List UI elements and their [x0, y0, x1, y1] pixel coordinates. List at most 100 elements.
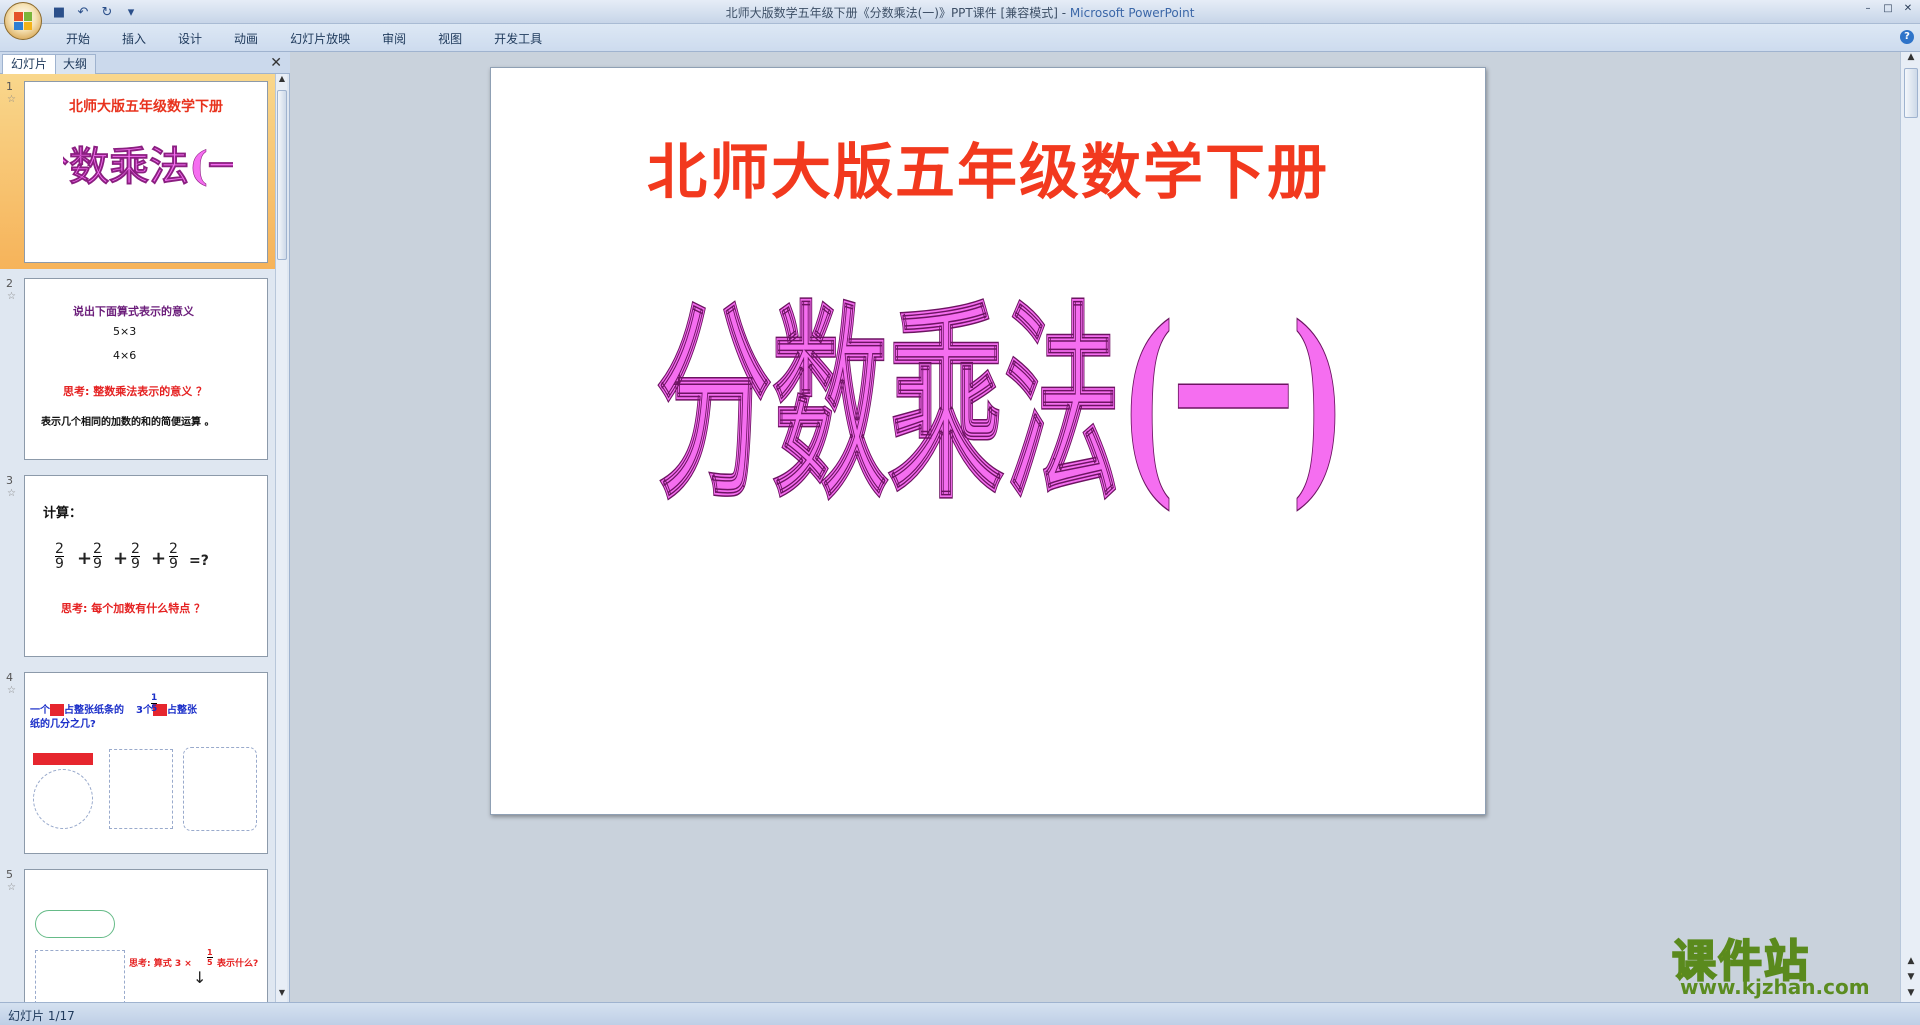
slide-number: 5	[6, 868, 13, 881]
animation-star-icon: ☆	[7, 291, 16, 302]
fraction-denominator: 9	[55, 556, 64, 572]
thumb3-fraction-4: 29	[169, 542, 178, 572]
slide-thumb-row-2[interactable]: 2 ☆ 说出下面算式表示的意义 5×3 4×6 思考: 整数乘法表示的意义 ？ …	[0, 271, 276, 466]
calc-illustration	[109, 749, 173, 829]
character-illustration	[33, 769, 93, 829]
office-logo-icon	[14, 12, 32, 30]
speech-bubble-illustration	[35, 910, 115, 938]
title-bar: ■ ↶ ↻ ▾ 北师大版数学五年级下册《分数乘法(一)》PPT课件 [兼容模式]…	[0, 0, 1920, 24]
tab-outline[interactable]: 大纲	[54, 54, 97, 74]
tab-home[interactable]: 开始	[50, 30, 106, 48]
status-bar: 幻灯片 1/17	[0, 1002, 1920, 1025]
animation-star-icon: ☆	[7, 685, 16, 696]
thumb3-heading: 计算：	[43, 506, 83, 521]
scroll-down-icon[interactable]: ▼	[1904, 988, 1918, 1002]
help-icon[interactable]: ?	[1900, 30, 1914, 44]
fraction-denominator: 5	[207, 958, 213, 967]
watermark-logo: 课件站 www.kjzhan.com	[1671, 925, 1902, 999]
thumb4-question: 一个 占整张纸条的 3个 占整张	[30, 701, 197, 716]
plus-sign: +	[77, 548, 93, 569]
tab-review[interactable]: 审阅	[366, 30, 422, 48]
tab-developer[interactable]: 开发工具	[478, 30, 558, 48]
thumb1-art-text: 分数乘法(一)	[63, 143, 233, 190]
prev-slide-icon[interactable]: ▲	[1904, 956, 1918, 970]
slide-thumbnail-1[interactable]: 北师大版五年级数学下册 分数乘法(一)	[24, 81, 268, 263]
tab-slideshow[interactable]: 幻灯片放映	[274, 30, 366, 48]
thumb4-q4: 占整张	[166, 705, 197, 716]
scroll-thumb[interactable]	[277, 90, 287, 260]
window-controls: – □ ✕	[1860, 2, 1916, 16]
slides-pane: 幻灯片 大纲 ✕ 1 ☆ 北师大版五年级数学下册 分数乘法(一) 2 ☆ 说出下…	[0, 52, 290, 1002]
fraction-numerator: 2	[169, 541, 178, 557]
slide-thumb-row-3[interactable]: 3 ☆ 计算： 29 + 29 + 29 + 29 =? 思考: 每个加数有什么…	[0, 468, 276, 663]
fraction-denominator: 5	[151, 704, 158, 714]
plus-sign: +	[113, 548, 129, 569]
window-title: 北师大版数学五年级下册《分数乘法(一)》PPT课件 [兼容模式] - Micro…	[0, 4, 1920, 21]
thumb3-fraction-1: 29	[55, 542, 64, 572]
window-title-separator: -	[1057, 6, 1070, 20]
ribbon: 开始 插入 设计 动画 幻灯片放映 审阅 视图 开发工具 ?	[0, 24, 1920, 52]
slide-thumb-row-1[interactable]: 1 ☆ 北师大版五年级数学下册 分数乘法(一)	[0, 74, 276, 269]
tab-animation[interactable]: 动画	[218, 30, 274, 48]
watermark-url: www.kjzhan.com	[1680, 975, 1870, 999]
tab-insert[interactable]: 插入	[106, 30, 162, 48]
thumb4-fraction: 15	[151, 693, 158, 714]
scroll-thumb[interactable]	[1904, 68, 1918, 118]
thumb2-answer: 表示几个相同的加数的和的简便运算 。	[41, 417, 215, 428]
fraction-numerator: 1	[207, 948, 213, 958]
slide-thumb-row-5[interactable]: 5 ☆ 思考: 算式 3 × 15 表示什么? ↓	[0, 862, 276, 1002]
thumbnail-scrollbar[interactable]: ▲ ▼	[275, 74, 287, 1002]
tab-slides[interactable]: 幻灯片	[2, 54, 57, 74]
thumb3-think: 思考: 每个加数有什么特点 ？	[61, 602, 206, 615]
animation-star-icon: ☆	[7, 882, 16, 893]
slide-counter: 幻灯片 1/17	[8, 1009, 75, 1023]
thumb3-fraction-3: 29	[131, 542, 140, 572]
fraction-numerator: 1	[151, 693, 158, 704]
thumb5-think-text: 思考: 算式 3 ×	[129, 959, 192, 969]
slide-thumbnail-4[interactable]: 一个 占整张纸条的 3个 占整张 15 纸的几分之几?	[24, 672, 268, 854]
scroll-up-icon[interactable]: ▲	[1904, 52, 1918, 66]
fraction-numerator: 2	[93, 541, 102, 557]
thumb2-line-2: 4×6	[113, 349, 137, 362]
editor-scrollbar[interactable]: ▲ ▲ ▼ ▼	[1900, 52, 1920, 1002]
arrow-down-icon: ↓	[193, 968, 207, 987]
current-slide[interactable]: 北师大版五年级数学下册 分数乘法(一)	[490, 67, 1486, 815]
thumb3-tail: =?	[189, 553, 209, 569]
tab-design[interactable]: 设计	[162, 30, 218, 48]
ribbon-tabs: 开始 插入 设计 动画 幻灯片放映 审阅 视图 开发工具	[50, 30, 558, 48]
pane-close-icon[interactable]: ✕	[270, 55, 282, 71]
thumb1-art: 分数乘法(一)	[63, 143, 233, 191]
thumb5-fraction: 15	[207, 948, 213, 967]
slide-thumb-row-4[interactable]: 4 ☆ 一个 占整张纸条的 3个 占整张 15 纸的几分之几?	[0, 665, 276, 860]
office-button[interactable]	[4, 2, 42, 40]
close-button[interactable]: ✕	[1900, 2, 1916, 16]
thumb5-think: 思考: 算式 3 ×	[129, 956, 192, 969]
next-slide-icon[interactable]: ▼	[1904, 972, 1918, 986]
slide-title[interactable]: 北师大版五年级数学下册	[491, 124, 1485, 211]
slide-number: 4	[6, 671, 13, 684]
pane-tabs: 幻灯片 大纲 ✕	[0, 52, 290, 74]
minimize-button[interactable]: –	[1860, 2, 1876, 16]
slide-number: 2	[6, 277, 13, 290]
thumb3-fraction-2: 29	[93, 542, 102, 572]
slide-number: 1	[6, 80, 13, 93]
strip-illustration	[33, 753, 93, 765]
wordart-text: 分数乘法(一)	[656, 281, 1346, 528]
window-title-text: 北师大版数学五年级下册《分数乘法(一)》PPT课件 [兼容模式]	[725, 6, 1058, 20]
slide-thumbnail-3[interactable]: 计算： 29 + 29 + 29 + 29 =? 思考: 每个加数有什么特点 ？	[24, 475, 268, 657]
fraction-denominator: 9	[169, 556, 178, 572]
plus-sign: +	[151, 548, 167, 569]
scroll-down-icon[interactable]: ▼	[276, 988, 288, 1002]
thumb4-q5: 纸的几分之几?	[30, 719, 96, 730]
scroll-up-icon[interactable]: ▲	[276, 74, 288, 88]
slide-thumbnail-5[interactable]: 思考: 算式 3 × 15 表示什么? ↓	[24, 869, 268, 1002]
slide-thumbnails: 1 ☆ 北师大版五年级数学下册 分数乘法(一) 2 ☆ 说出下面算式表示的意义 …	[0, 74, 276, 1002]
restore-button[interactable]: □	[1880, 2, 1896, 16]
thumb2-line-1: 5×3	[113, 325, 137, 338]
animation-star-icon: ☆	[7, 488, 16, 499]
slide-thumbnail-2[interactable]: 说出下面算式表示的意义 5×3 4×6 思考: 整数乘法表示的意义 ？ 表示几个…	[24, 278, 268, 460]
thumb1-title: 北师大版五年级数学下册	[69, 99, 223, 115]
fraction-denominator: 9	[93, 556, 102, 572]
slide-wordart[interactable]: 分数乘法(一)	[641, 248, 1361, 528]
tab-view[interactable]: 视图	[422, 30, 478, 48]
